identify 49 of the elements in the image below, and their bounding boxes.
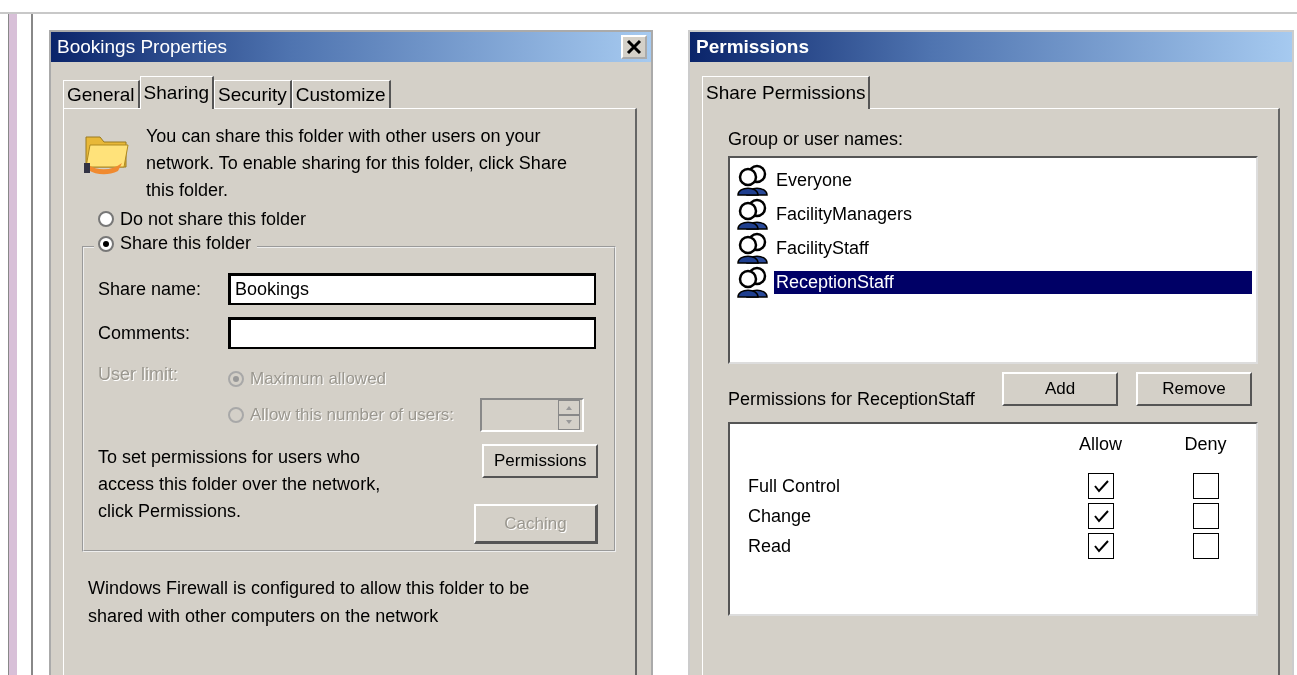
window-title: Bookings Properties: [57, 36, 228, 58]
permission-name: Full Control: [748, 475, 842, 497]
checkbox[interactable]: [1087, 473, 1114, 499]
checkbox[interactable]: [1087, 533, 1114, 559]
list-label: Group or user names:: [728, 129, 905, 150]
radio-label: Share this folder: [120, 233, 252, 254]
checkbox[interactable]: [1192, 503, 1219, 529]
checkbox[interactable]: [1087, 503, 1114, 529]
field-label: Comments:: [98, 322, 192, 344]
tab[interactable]: Share Permissions: [702, 76, 871, 109]
tab[interactable]: Security: [214, 80, 292, 108]
field-label: Share name:: [98, 278, 203, 300]
list-item[interactable]: Everyone: [774, 168, 1254, 192]
tab[interactable]: General: [63, 80, 140, 108]
dialog-button[interactable]: Remove: [1136, 372, 1252, 406]
user-group-icon: [736, 198, 770, 230]
radio-label: Do not share this folder: [120, 208, 307, 230]
permissions-label: Permissions for ReceptionStaff: [728, 389, 976, 410]
user-limit-label: User limit:: [98, 364, 179, 386]
radio-button[interactable]: [98, 211, 114, 227]
column-header: Deny: [1183, 434, 1228, 455]
permissions-description: To set permissions for users who access this folder over the network, click Permissions.: [98, 446, 382, 523]
column-header: Allow: [1078, 434, 1123, 455]
dialog-button[interactable]: Permissions: [482, 444, 598, 478]
radio-option[interactable]: Share this folder: [94, 233, 258, 254]
close-icon: [625, 38, 643, 56]
window-title: Permissions: [696, 36, 809, 58]
firewall-note: Windows Firewall is configured to allow this folder to be shared with other computers on the network: [88, 577, 531, 628]
tab[interactable]: Customize: [291, 80, 391, 108]
list-item[interactable]: FacilityManagers: [774, 202, 1254, 226]
comments-field[interactable]: [228, 317, 596, 349]
user-group-icon: [736, 232, 770, 264]
close-button[interactable]: [621, 35, 647, 59]
permission-name: Read: [748, 535, 793, 557]
user-group-icon: [736, 164, 770, 196]
checkbox[interactable]: [1192, 473, 1219, 499]
user-group-icon: [736, 266, 770, 298]
tab[interactable]: Sharing: [139, 76, 215, 109]
permission-name: Change: [748, 505, 813, 527]
radio-button[interactable]: [98, 235, 114, 252]
checkbox[interactable]: [1192, 533, 1219, 559]
radio-option[interactable]: Do not share this folder: [98, 206, 635, 232]
spin-arrows-icon: [558, 400, 581, 430]
list-item[interactable]: FacilityStaff: [774, 236, 1254, 260]
sharing-description: You can share this folder with other users on your network. To enable sharing for this folder, click Share this folder.: [146, 125, 568, 202]
dialog-button[interactable]: Add: [1002, 372, 1118, 406]
list-item[interactable]: ReceptionStaff: [774, 270, 1252, 294]
share-name-field[interactable]: Bookings: [228, 273, 596, 305]
number-field[interactable]: [480, 398, 585, 432]
